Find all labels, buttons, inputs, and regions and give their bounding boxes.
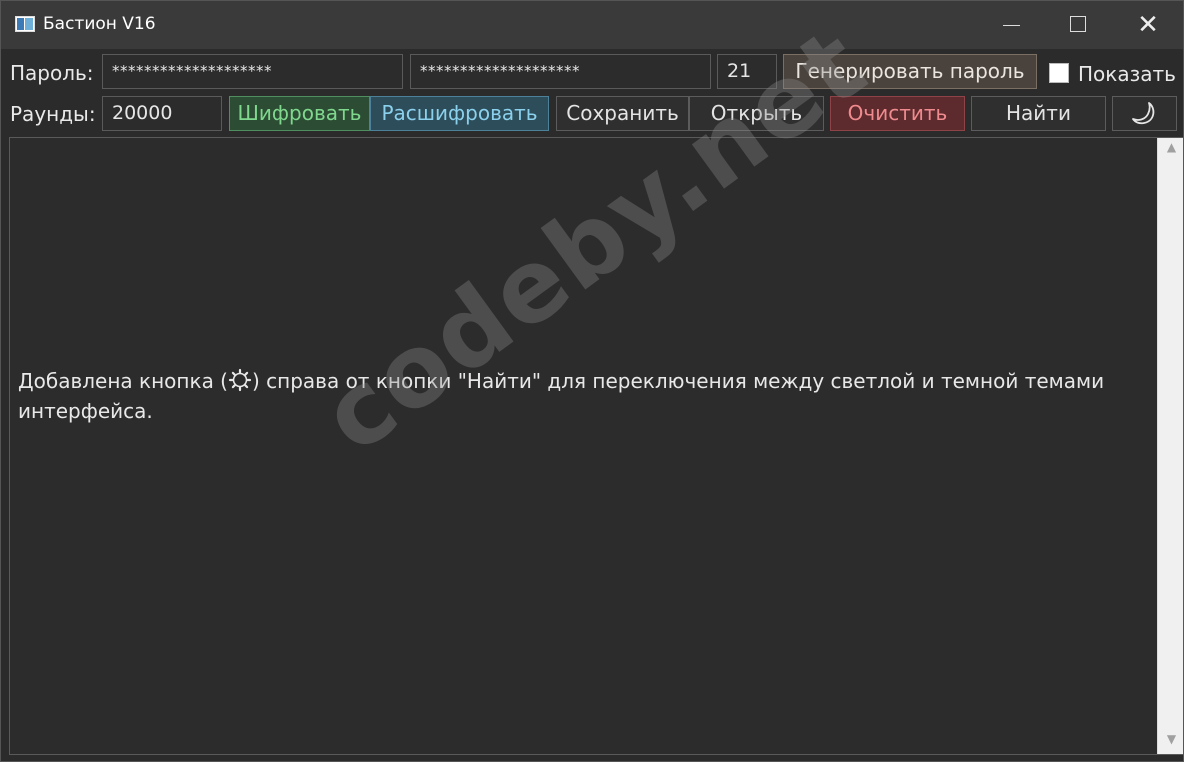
minimize-icon[interactable] bbox=[986, 1, 1036, 49]
scroll-down-icon[interactable]: ▼ bbox=[1158, 732, 1183, 752]
show-password-checkbox[interactable] bbox=[1049, 63, 1069, 83]
rounds-field[interactable]: 20000 bbox=[102, 96, 222, 131]
close-icon[interactable]: ✕ bbox=[1123, 1, 1173, 49]
app-icon bbox=[15, 16, 35, 32]
app-window: Бастион V16 ✕ Пароль: ******************… bbox=[0, 0, 1184, 762]
password-label: Пароль: bbox=[10, 61, 94, 85]
decrypt-button[interactable]: Расшифровать bbox=[370, 96, 549, 131]
encrypt-button[interactable]: Шифровать bbox=[229, 96, 370, 131]
editor-content: Добавлена кнопка ( ) справа от кнопки "Н… bbox=[18, 366, 1143, 426]
password-confirm-field[interactable]: ******************** bbox=[410, 54, 711, 89]
maximize-icon[interactable] bbox=[1053, 1, 1103, 49]
rounds-label: Раунды: bbox=[10, 102, 96, 126]
editor-text-part1: Добавлена кнопка ( bbox=[18, 369, 228, 393]
scroll-up-icon[interactable]: ▲ bbox=[1158, 140, 1183, 160]
show-password-label: Показать bbox=[1078, 62, 1176, 86]
window-title: Бастион V16 bbox=[43, 14, 156, 34]
gear-icon bbox=[228, 368, 252, 392]
title-bar: Бастион V16 ✕ bbox=[1, 1, 1183, 49]
moon-icon bbox=[1131, 102, 1154, 125]
password-field[interactable]: ******************** bbox=[102, 54, 403, 89]
find-button[interactable]: Найти bbox=[971, 96, 1106, 131]
theme-toggle-button[interactable] bbox=[1112, 96, 1177, 131]
vertical-scrollbar[interactable]: ▲ ▼ bbox=[1157, 138, 1183, 754]
